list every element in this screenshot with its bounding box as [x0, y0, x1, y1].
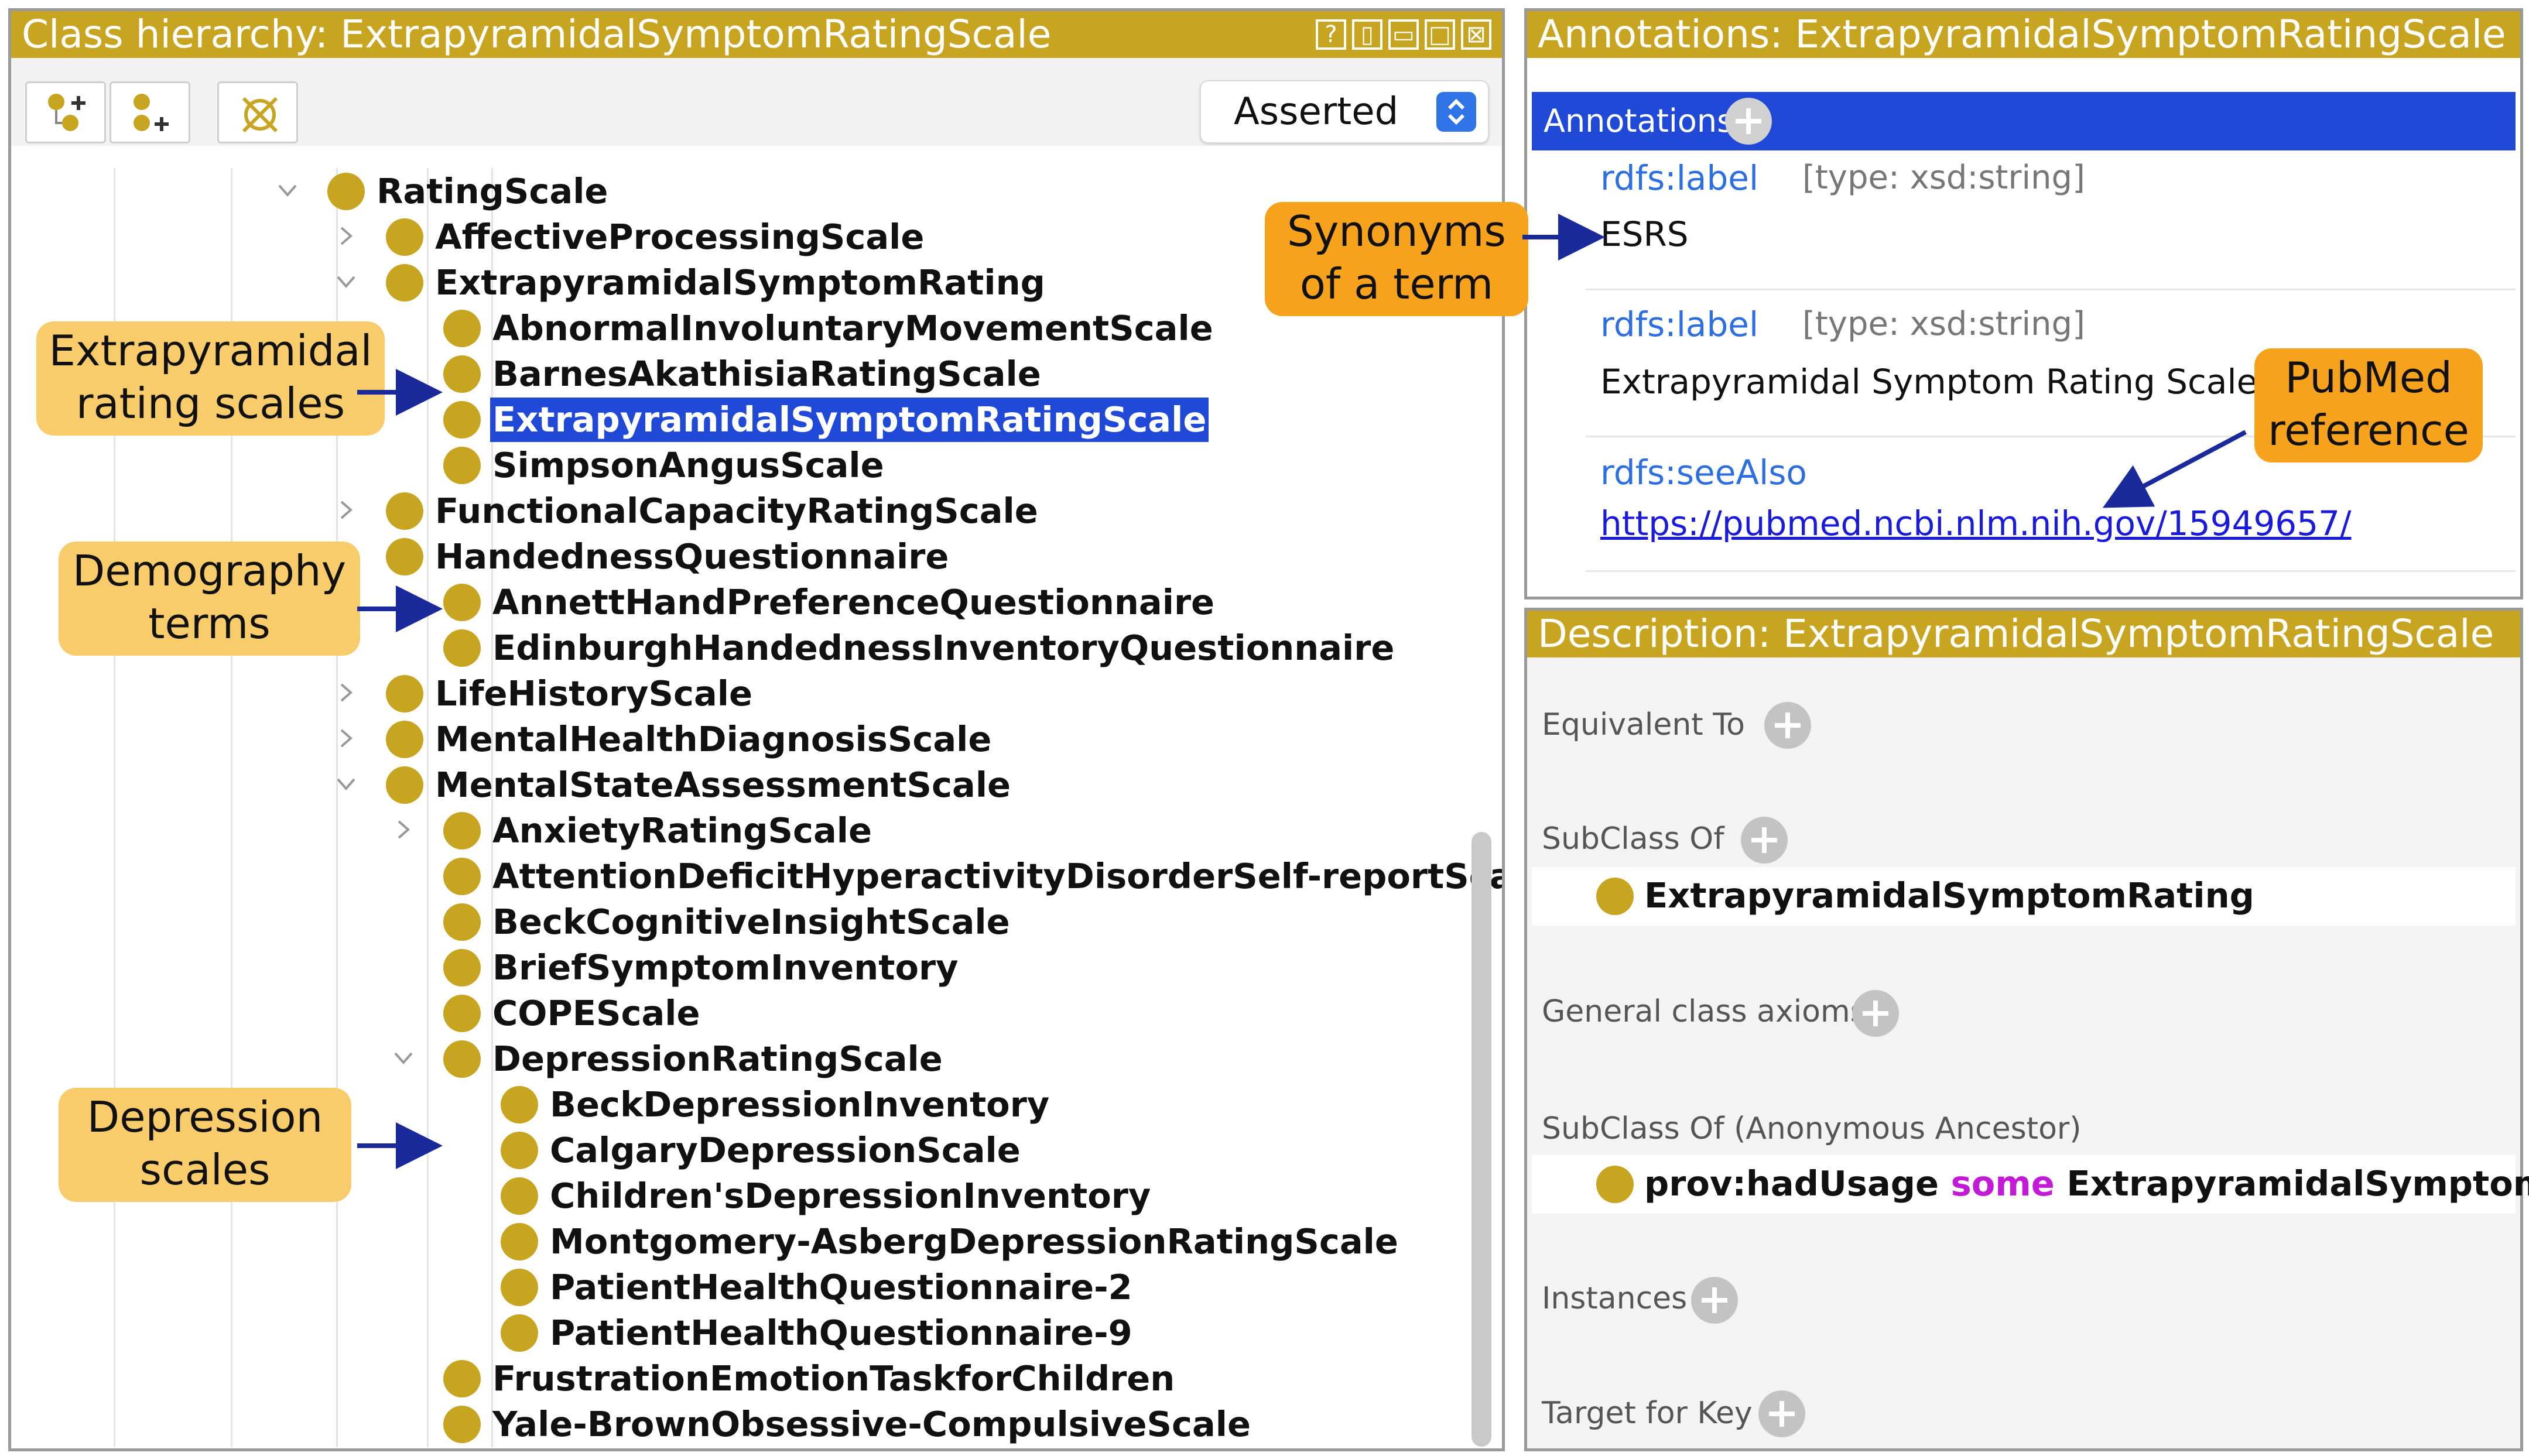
callout-arrows: [357, 214, 2247, 1169]
arrow-pubmed: [2102, 430, 2247, 508]
